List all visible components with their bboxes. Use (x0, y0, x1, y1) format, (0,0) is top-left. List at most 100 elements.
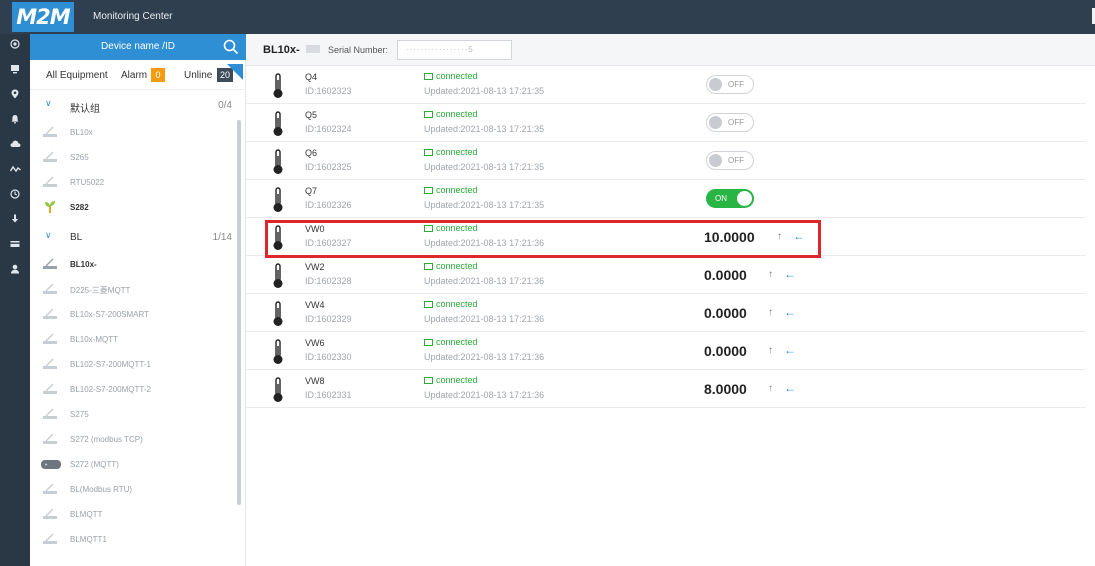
app-root: M2M Monitoring Center Device name /ID Al… (0, 0, 1095, 566)
switch-toggle[interactable]: OFF (706, 113, 754, 132)
device-item-bl10x-selected[interactable]: BL10x- (30, 252, 240, 277)
alarm-icon[interactable] (0, 113, 30, 131)
device-item-bl102-2[interactable]: BL102-S7-200MQTT-2 (30, 377, 240, 402)
monitor-icon[interactable] (0, 63, 30, 81)
updated-time: Updated:2021-08-13 17:21:36 (424, 314, 545, 324)
thermometer-icon (272, 111, 284, 137)
switch-toggle[interactable]: OFF (706, 151, 754, 170)
card-icon[interactable] (0, 238, 30, 256)
write-arrow-icon[interactable]: ← (784, 343, 796, 357)
filter-row: All Equipment Alarm 0 Unline 20 (30, 60, 246, 90)
arrow-up-icon[interactable]: ↑ (768, 307, 773, 318)
device-name: BL10x-MQTT (70, 335, 119, 344)
device-item-d225[interactable]: D225-三菱MQTT (30, 277, 240, 302)
thermometer-icon (272, 149, 284, 175)
nav-rail (0, 34, 30, 566)
download-icon[interactable] (0, 213, 30, 231)
dashboard-icon[interactable] (0, 38, 30, 56)
tree-group-default[interactable]: ∨ 默认组 0/4 (30, 90, 246, 120)
tag-name: Q5 (305, 110, 318, 120)
device-search-bar[interactable]: Device name /ID (30, 34, 246, 60)
tree-group-bl[interactable]: ∨ BL 1/14 (30, 222, 246, 252)
gateway-icon (42, 282, 58, 296)
location-icon[interactable] (0, 88, 30, 106)
device-item-s265[interactable]: S265 (30, 145, 240, 170)
device-name: RTU5022 (70, 178, 105, 187)
register-value: 0.0000 (704, 305, 747, 321)
group-count: 0/4 (218, 100, 232, 111)
gateway-icon (42, 407, 58, 421)
tag-id: ID:1602329 (305, 314, 352, 324)
gateway-icon (42, 507, 58, 521)
filter-all-equipment[interactable]: All Equipment (46, 70, 108, 81)
device-item-bl10x-mqtt[interactable]: BL10x-MQTT (30, 327, 240, 352)
arrow-up-icon[interactable]: ↑ (768, 269, 773, 280)
device-item-bl-modbus-rtu[interactable]: BL(Modbus RTU) (30, 477, 240, 502)
device-item-blmqtt1[interactable]: BLMQTT1 (30, 527, 240, 552)
toggle-label: OFF (728, 156, 744, 165)
app-logo: M2M (12, 2, 74, 32)
device-item-s275[interactable]: S275 (30, 402, 240, 427)
switch-toggle[interactable]: ON (706, 189, 754, 208)
device-item-bl102-1[interactable]: BL102-S7-200MQTT-1 (30, 352, 240, 377)
arrow-up-icon[interactable]: ↑ (768, 383, 773, 394)
search-input[interactable]: Device name /ID (30, 41, 246, 52)
device-item-rtu5022[interactable]: RTU5022 (30, 170, 240, 195)
alarm-count-badge: 0 (151, 68, 165, 82)
device-item-blmqtt[interactable]: BLMQTT (30, 502, 240, 527)
tag-name: VW8 (305, 376, 325, 386)
updated-time: Updated:2021-08-13 17:21:36 (424, 352, 545, 362)
device-name: BL(Modbus RTU) (70, 485, 133, 494)
gateway-icon (42, 125, 58, 139)
connection-status: connected (424, 185, 478, 195)
register-value: 0.0000 (704, 267, 747, 283)
device-name: D225-三菱MQTT (70, 286, 131, 295)
gateway-icon (42, 432, 58, 446)
panel-scrollbar[interactable] (237, 120, 241, 505)
write-arrow-icon[interactable]: ← (784, 267, 796, 281)
tag-name: Q4 (305, 72, 318, 82)
filter-online[interactable]: Unline (184, 70, 212, 81)
chevron-down-icon[interactable]: ∨ (45, 98, 52, 109)
corner-flag (227, 64, 243, 80)
device-item-bl10x-s7-200smart[interactable]: BL10x-S7-200SMART (30, 302, 240, 327)
table-row: Q7 ID:1602326 connected Updated:2021-08-… (246, 180, 1086, 218)
monitor-icon (424, 301, 433, 308)
device-item-s272-mqtt[interactable]: S272 (MQTT) (30, 452, 240, 477)
write-arrow-icon[interactable]: ← (784, 305, 796, 319)
updated-time: Updated:2021-08-13 17:21:35 (424, 200, 545, 210)
table-row: VW6 ID:1602330 connected Updated:2021-08… (246, 332, 1086, 370)
status-text: connected (436, 71, 478, 81)
monitor-icon (424, 73, 433, 80)
router-icon (40, 457, 62, 471)
tag-id: ID:1602330 (305, 352, 352, 362)
history-icon[interactable] (0, 188, 30, 206)
device-name: S275 (70, 410, 89, 419)
trend-icon[interactable] (0, 163, 30, 181)
thermometer-icon (272, 339, 284, 365)
device-name: S272 (MQTT) (70, 460, 119, 469)
device-item-s282[interactable]: S282 (30, 195, 240, 220)
user-icon[interactable] (0, 263, 30, 281)
register-value: 0.0000 (704, 343, 747, 359)
highlight-box (265, 220, 821, 258)
tag-name: VW2 (305, 262, 325, 272)
device-header: BL10x- Serial Number: ·················5 (246, 34, 1095, 66)
tag-id: ID:1602331 (305, 390, 352, 400)
device-item-s272-tcp[interactable]: S272 (modbus TCP) (30, 427, 240, 452)
chevron-down-icon[interactable]: ∨ (45, 230, 52, 241)
cloud-icon[interactable] (0, 138, 30, 156)
device-name: BLMQTT1 (70, 535, 107, 544)
arrow-up-icon[interactable]: ↑ (768, 345, 773, 356)
filter-alarm[interactable]: Alarm (121, 70, 147, 81)
gateway-icon (42, 332, 58, 346)
gateway-icon (42, 175, 58, 189)
switch-toggle[interactable]: OFF (706, 75, 754, 94)
search-icon[interactable] (222, 38, 240, 56)
thermometer-icon (272, 263, 284, 289)
status-text: connected (436, 375, 478, 385)
redacted-block (306, 45, 320, 53)
device-item-bl10x[interactable]: BL10x (30, 120, 240, 145)
write-arrow-icon[interactable]: ← (784, 381, 796, 395)
connection-status: connected (424, 261, 478, 271)
